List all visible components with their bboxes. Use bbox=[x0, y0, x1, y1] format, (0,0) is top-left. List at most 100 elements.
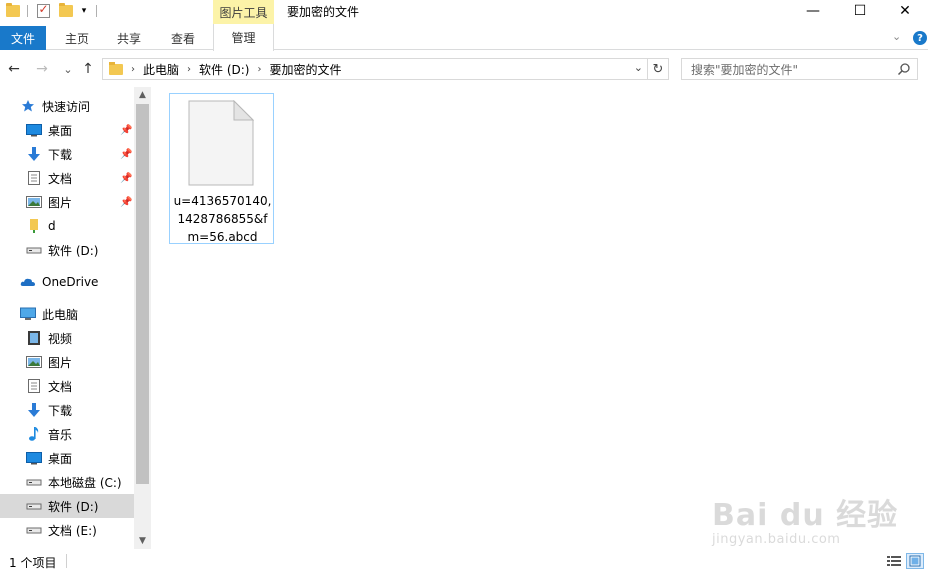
address-bar[interactable]: › 此电脑 › 软件 (D:) › 要加密的文件 ⌄ bbox=[102, 58, 648, 80]
drive-icon bbox=[26, 242, 42, 258]
file-item[interactable]: u=4136570140,1428786855&fm=56.abcd bbox=[169, 93, 274, 244]
quick-access-divider bbox=[96, 5, 97, 17]
file-name: u=4136570140,1428786855&fm=56.abcd bbox=[173, 194, 272, 244]
nav-scrollbar[interactable]: ▲ ▼ bbox=[134, 87, 151, 549]
nav-item-desktop-pc[interactable]: 桌面 bbox=[0, 446, 134, 470]
large-icons-view-icon[interactable] bbox=[906, 553, 924, 569]
nav-item-documents-pc[interactable]: 文档 bbox=[0, 374, 134, 398]
scroll-thumb[interactable] bbox=[136, 104, 149, 484]
address-row: ← → ⌄ ↑ › 此电脑 › 软件 (D:) › 要加密的文件 ⌄ ↻ 搜索"… bbox=[0, 52, 928, 86]
nav-label: 下载 bbox=[48, 147, 73, 162]
minimize-button[interactable]: — bbox=[790, 0, 836, 22]
breadcrumb-drive-d[interactable]: 软件 (D:) bbox=[199, 61, 249, 78]
folder-icon bbox=[26, 218, 42, 234]
folder-icon[interactable] bbox=[5, 3, 21, 19]
drive-icon bbox=[26, 498, 42, 514]
pin-icon[interactable]: 📌 bbox=[120, 197, 132, 208]
music-icon bbox=[26, 426, 42, 442]
nav-label: 音乐 bbox=[48, 427, 73, 442]
search-placeholder: 搜索"要加密的文件" bbox=[691, 62, 799, 77]
drive-icon bbox=[26, 522, 42, 538]
nav-item-pictures-pc[interactable]: 图片 bbox=[0, 350, 134, 374]
recent-locations-button[interactable]: ⌄ bbox=[59, 59, 77, 79]
scroll-up-arrow-icon[interactable]: ▲ bbox=[134, 87, 151, 103]
expand-ribbon-icon[interactable]: ⌄ bbox=[892, 30, 901, 43]
back-button[interactable]: ← bbox=[5, 59, 23, 79]
nav-item-documents[interactable]: 文档 📌 bbox=[0, 166, 134, 190]
desktop-icon bbox=[26, 122, 42, 138]
properties-icon[interactable] bbox=[35, 2, 51, 19]
quick-access-divider bbox=[27, 5, 28, 17]
address-dropdown-icon[interactable]: ⌄ bbox=[634, 61, 643, 74]
new-folder-icon[interactable] bbox=[58, 3, 74, 19]
forward-button[interactable]: → bbox=[33, 59, 51, 79]
file-explorer-window: ▾ 图片工具 要加密的文件 — ☐ ✕ 文件 主页 共享 查看 管理 ⌄ ? ←… bbox=[0, 0, 928, 573]
help-icon[interactable]: ? bbox=[913, 31, 927, 45]
details-view-icon[interactable] bbox=[885, 553, 903, 569]
nav-label: 图片 bbox=[48, 355, 73, 370]
nav-label: 文档 bbox=[48, 171, 73, 186]
tab-share[interactable]: 共享 bbox=[108, 26, 150, 50]
pin-icon[interactable]: 📌 bbox=[120, 173, 132, 184]
tab-file[interactable]: 文件 bbox=[0, 26, 46, 50]
item-count: 1 个项目 bbox=[9, 556, 57, 570]
search-input[interactable]: 搜索"要加密的文件" bbox=[681, 58, 918, 80]
nav-item-folder-d[interactable]: d bbox=[0, 214, 134, 238]
breadcrumb-separator: › bbox=[131, 63, 135, 75]
nav-label: 桌面 bbox=[48, 451, 73, 466]
breadcrumb-current-folder[interactable]: 要加密的文件 bbox=[269, 61, 341, 78]
watermark-url: jingyan.baidu.com bbox=[712, 532, 841, 547]
picture-icon bbox=[26, 354, 42, 370]
pin-icon[interactable]: 📌 bbox=[120, 149, 132, 160]
status-bar: 1 个项目 bbox=[0, 549, 928, 573]
download-icon bbox=[26, 402, 42, 418]
document-icon bbox=[26, 378, 42, 394]
nav-label: 此电脑 bbox=[42, 307, 79, 322]
tab-view[interactable]: 查看 bbox=[162, 26, 204, 50]
breadcrumb-separator: › bbox=[187, 63, 192, 75]
scroll-down-arrow-icon[interactable]: ▼ bbox=[134, 533, 151, 549]
window-title: 要加密的文件 bbox=[287, 5, 360, 19]
maximize-button[interactable]: ☐ bbox=[837, 0, 883, 22]
nav-item-downloads-pc[interactable]: 下载 bbox=[0, 398, 134, 422]
nav-label: 视频 bbox=[48, 331, 73, 346]
breadcrumb-this-pc[interactable]: 此电脑 bbox=[143, 61, 179, 78]
nav-item-drive-e[interactable]: 文档 (E:) bbox=[0, 518, 134, 542]
nav-this-pc[interactable]: 此电脑 bbox=[0, 302, 134, 326]
nav-label: OneDrive bbox=[42, 275, 99, 289]
tab-manage[interactable]: 管理 bbox=[213, 24, 274, 51]
status-divider bbox=[66, 554, 67, 568]
nav-item-pictures[interactable]: 图片 📌 bbox=[0, 190, 134, 214]
nav-item-music[interactable]: 音乐 bbox=[0, 422, 134, 446]
folder-icon bbox=[109, 61, 123, 75]
nav-label: 桌面 bbox=[48, 123, 73, 138]
nav-item-drive-d[interactable]: 软件 (D:) bbox=[0, 494, 134, 518]
video-icon bbox=[26, 330, 42, 346]
up-button[interactable]: ↑ bbox=[79, 59, 97, 79]
nav-label: 本地磁盘 (C:) bbox=[48, 475, 122, 490]
search-icon[interactable] bbox=[897, 62, 911, 76]
nav-label: 文档 (E:) bbox=[48, 523, 97, 538]
customize-toolbar-icon[interactable]: ▾ bbox=[78, 3, 90, 19]
nav-onedrive[interactable]: OneDrive bbox=[0, 270, 134, 294]
breadcrumb-separator: › bbox=[257, 63, 262, 75]
nav-label: 下载 bbox=[48, 403, 73, 418]
file-list[interactable]: u=4136570140,1428786855&fm=56.abcd bbox=[152, 87, 928, 549]
star-icon bbox=[20, 98, 36, 114]
nav-item-videos[interactable]: 视频 bbox=[0, 326, 134, 350]
picture-tools-context-label: 图片工具 bbox=[213, 0, 274, 24]
computer-icon bbox=[20, 306, 36, 322]
nav-quick-access[interactable]: 快速访问 bbox=[0, 94, 134, 118]
nav-item-drive-c[interactable]: 本地磁盘 (C:) bbox=[0, 470, 134, 494]
picture-icon bbox=[26, 194, 42, 210]
tab-home[interactable]: 主页 bbox=[56, 26, 98, 50]
refresh-button[interactable]: ↻ bbox=[648, 58, 669, 80]
nav-item-desktop[interactable]: 桌面 📌 bbox=[0, 118, 134, 142]
close-button[interactable]: ✕ bbox=[882, 0, 928, 22]
nav-label: 快速访问 bbox=[42, 99, 91, 114]
pin-icon[interactable]: 📌 bbox=[120, 125, 132, 136]
title-bar: ▾ 图片工具 要加密的文件 — ☐ ✕ bbox=[0, 0, 928, 24]
nav-label: 软件 (D:) bbox=[48, 243, 99, 258]
nav-item-drive-d-quick[interactable]: 软件 (D:) bbox=[0, 238, 134, 262]
nav-item-downloads[interactable]: 下载 📌 bbox=[0, 142, 134, 166]
